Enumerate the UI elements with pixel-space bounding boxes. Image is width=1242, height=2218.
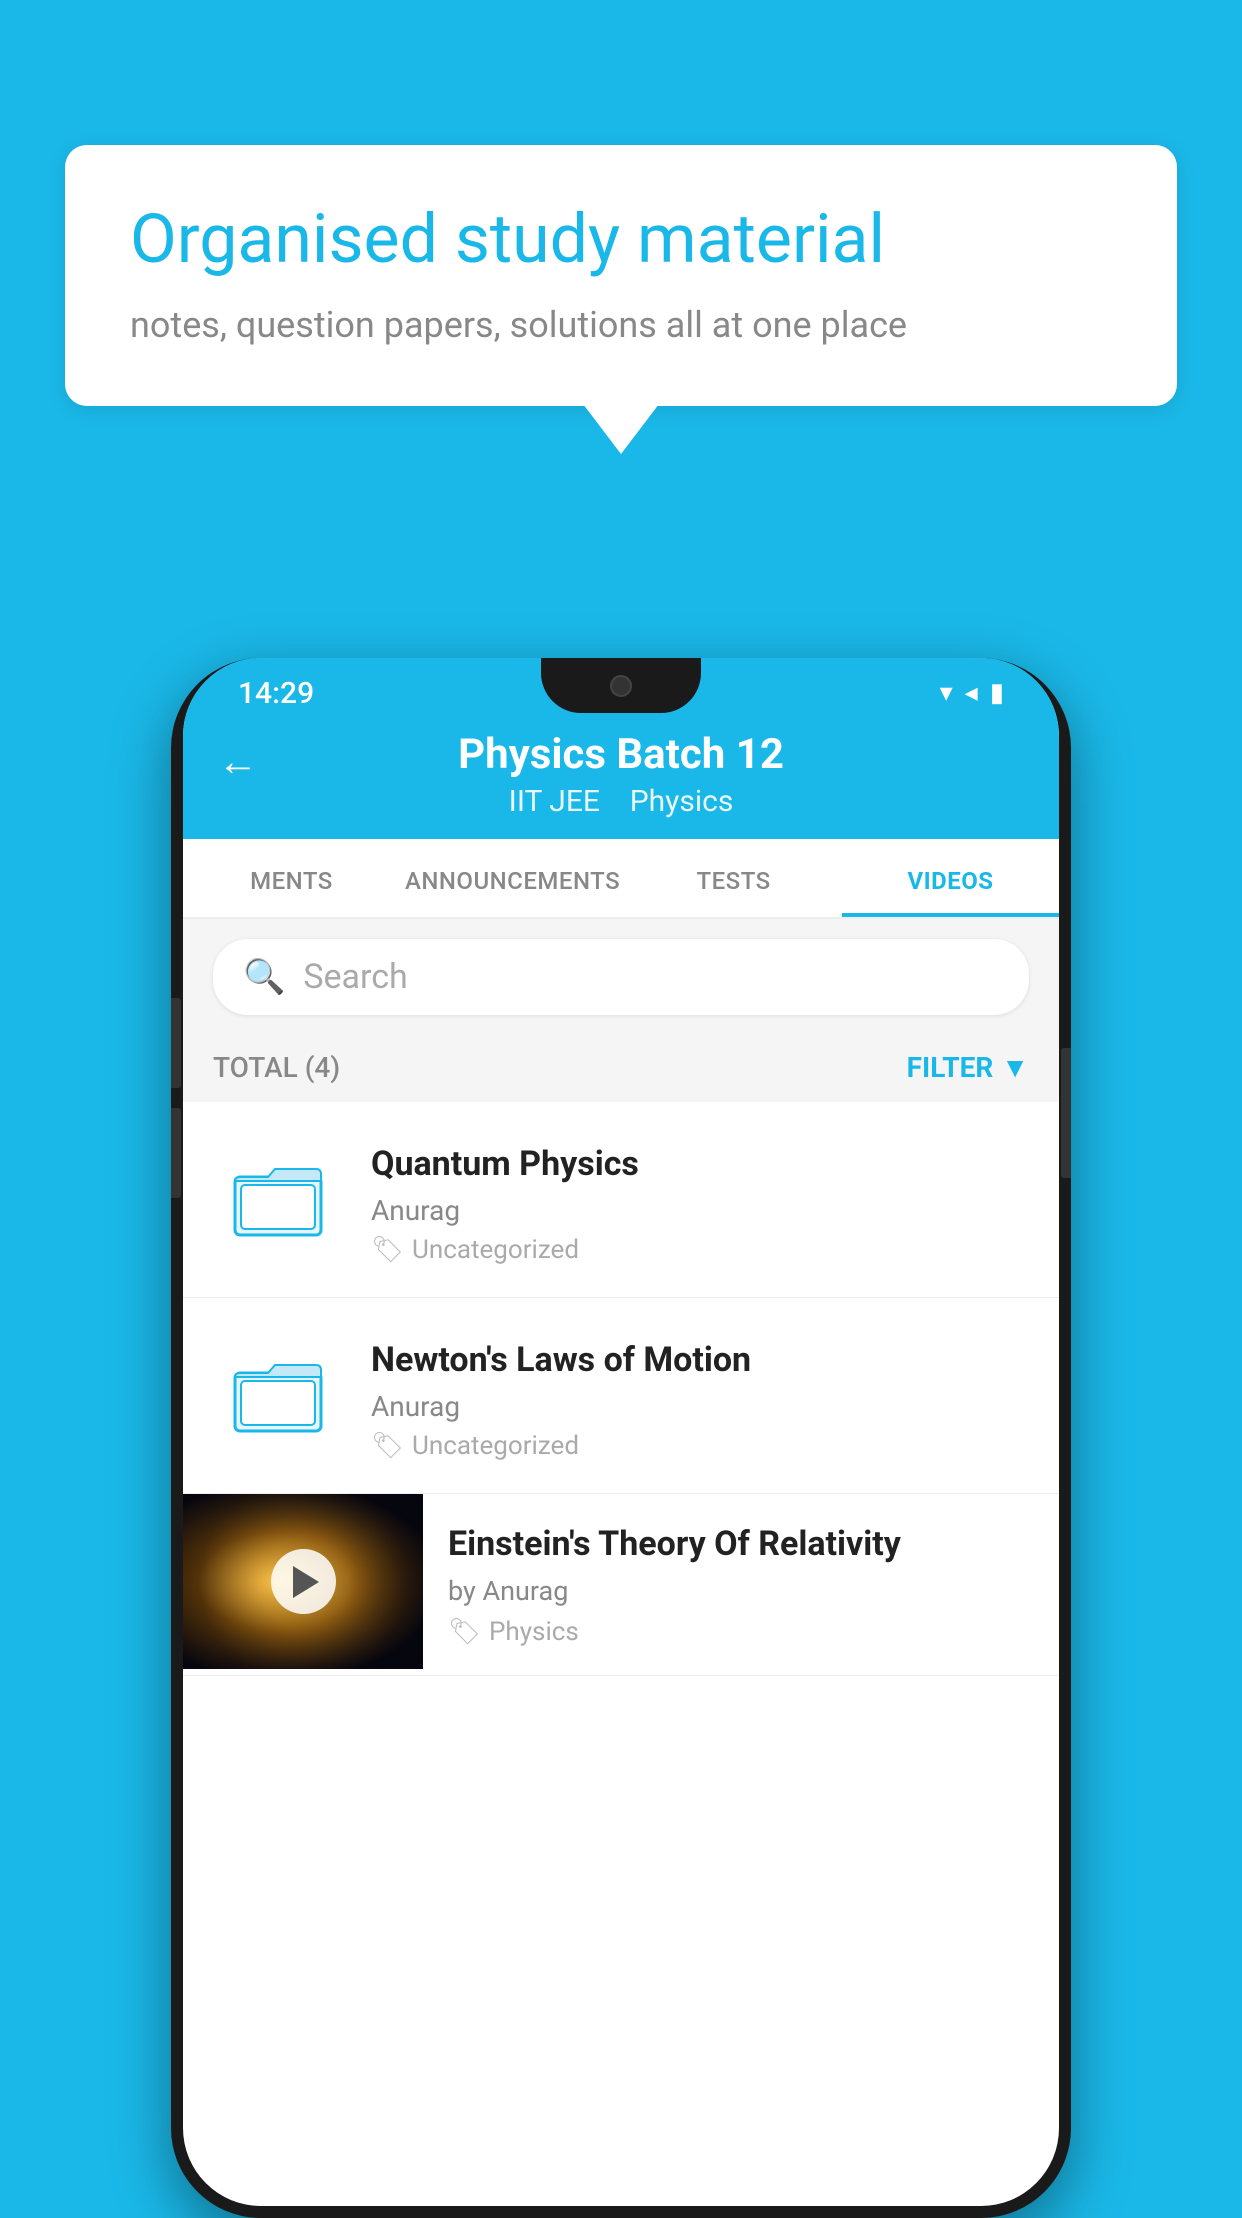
- search-icon: 🔍: [243, 957, 285, 997]
- item-tag: 🏷 Physics: [448, 1617, 1034, 1647]
- item-thumbnail: [213, 1330, 343, 1460]
- tab-bar: MENTS ANNOUNCEMENTS TESTS VIDEOS: [183, 839, 1059, 919]
- power-button: [1061, 1048, 1071, 1178]
- item-title: Newton's Laws of Motion: [371, 1338, 1029, 1382]
- header-subtitle: IIT JEE Physics: [183, 784, 1059, 819]
- signal-icon: ◂: [965, 678, 978, 708]
- speech-bubble: Organised study material notes, question…: [65, 145, 1177, 406]
- tag-iit-jee: IIT JEE: [509, 784, 600, 819]
- tag-icon: 🏷: [371, 1235, 404, 1265]
- tag-icon: 🏷: [448, 1617, 481, 1647]
- video-list: Quantum Physics Anurag 🏷 Uncategorized: [183, 1102, 1059, 1676]
- volume-down-button: [171, 1108, 181, 1198]
- filter-button[interactable]: FILTER ▼: [907, 1051, 1029, 1084]
- wifi-icon: ▾: [940, 678, 953, 708]
- tab-tests[interactable]: TESTS: [625, 839, 842, 917]
- tab-ments[interactable]: MENTS: [183, 839, 400, 917]
- item-title: Quantum Physics: [371, 1142, 1029, 1186]
- tab-announcements[interactable]: ANNOUNCEMENTS: [400, 839, 625, 917]
- item-info: Einstein's Theory Of Relativity by Anura…: [423, 1494, 1059, 1674]
- front-camera: [610, 675, 632, 697]
- tag-label: Uncategorized: [412, 1431, 579, 1461]
- volume-up-button: [171, 998, 181, 1088]
- list-item[interactable]: Newton's Laws of Motion Anurag 🏷 Uncateg…: [183, 1298, 1059, 1494]
- search-bar-container: 🔍 Search: [183, 919, 1059, 1035]
- filter-label: FILTER: [907, 1051, 994, 1084]
- tag-physics: Physics: [630, 784, 734, 819]
- item-title: Einstein's Theory Of Relativity: [448, 1522, 1034, 1566]
- phone-frame: 14:29 ▾ ◂ ▮ ← Physics Batch 12 IIT JEE P…: [171, 658, 1071, 2218]
- list-item[interactable]: Einstein's Theory Of Relativity by Anura…: [183, 1494, 1059, 1675]
- search-input[interactable]: Search: [303, 957, 407, 997]
- play-button[interactable]: [271, 1549, 336, 1614]
- item-tag: 🏷 Uncategorized: [371, 1431, 1029, 1461]
- tab-videos[interactable]: VIDEOS: [842, 839, 1059, 917]
- folder-icon: [233, 1350, 323, 1440]
- bubble-title: Organised study material: [130, 200, 1112, 278]
- page-title: Physics Batch 12: [183, 730, 1059, 779]
- item-thumbnail: [213, 1134, 343, 1264]
- play-triangle-icon: [293, 1566, 319, 1598]
- folder-icon: [233, 1154, 323, 1244]
- item-tag: 🏷 Uncategorized: [371, 1235, 1029, 1265]
- speech-bubble-container: Organised study material notes, question…: [65, 145, 1177, 406]
- phone-notch: [541, 658, 701, 713]
- list-item[interactable]: Quantum Physics Anurag 🏷 Uncategorized: [183, 1102, 1059, 1298]
- back-button[interactable]: ←: [218, 738, 258, 785]
- total-count-label: TOTAL (4): [213, 1051, 340, 1084]
- filter-row: TOTAL (4) FILTER ▼: [183, 1035, 1059, 1102]
- item-author: by Anurag: [448, 1575, 1034, 1607]
- tag-label: Physics: [489, 1617, 579, 1647]
- item-info: Newton's Laws of Motion Anurag 🏷 Uncateg…: [371, 1330, 1029, 1461]
- status-time: 14:29: [238, 676, 314, 711]
- tag-icon: 🏷: [371, 1431, 404, 1461]
- search-bar[interactable]: 🔍 Search: [213, 939, 1029, 1015]
- item-author: Anurag: [371, 1194, 1029, 1227]
- item-info: Quantum Physics Anurag 🏷 Uncategorized: [371, 1134, 1029, 1265]
- filter-icon: ▼: [1001, 1051, 1029, 1084]
- phone-screen: 14:29 ▾ ◂ ▮ ← Physics Batch 12 IIT JEE P…: [183, 658, 1059, 2206]
- item-author: Anurag: [371, 1390, 1029, 1423]
- bubble-subtitle: notes, question papers, solutions all at…: [130, 300, 1112, 350]
- video-thumbnail: [183, 1494, 423, 1669]
- tag-label: Uncategorized: [412, 1235, 579, 1265]
- battery-icon: ▮: [990, 678, 1004, 708]
- status-icons: ▾ ◂ ▮: [940, 678, 1004, 708]
